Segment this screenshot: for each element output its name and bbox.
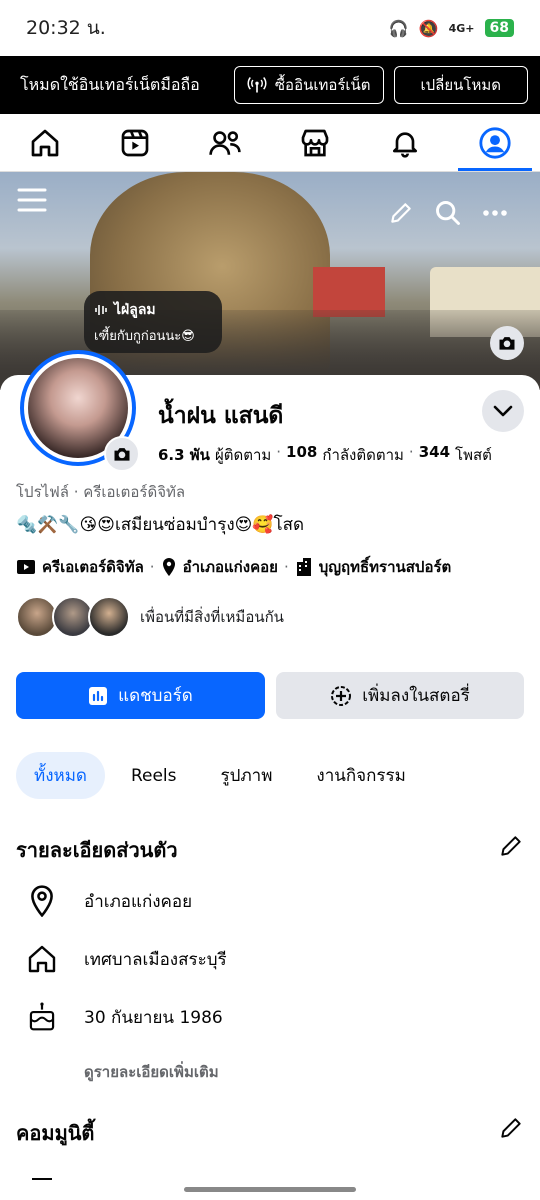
more-options-button[interactable]	[480, 198, 510, 228]
friends-icon	[209, 130, 241, 155]
info-location: อำเภอแก่งคอย	[182, 558, 278, 576]
switch-mode-button[interactable]: เปลี่ยนโหมด	[393, 66, 528, 104]
hamburger-menu-icon	[17, 188, 47, 212]
tab-home[interactable]	[0, 114, 90, 171]
menu-button[interactable]	[16, 184, 48, 216]
dashboard-button[interactable]: แดชบอร์ด	[16, 672, 265, 719]
note-title: ไฝ่ลูลม	[114, 302, 156, 318]
mute-icon: 🔕	[418, 18, 439, 38]
note-title-row: ไฝ่ลูลม	[94, 299, 212, 321]
status-time: 20:32 น.	[26, 17, 106, 39]
detail-location: อำเภอแก่งคอย	[24, 883, 192, 919]
search-button[interactable]	[433, 198, 463, 228]
bell-icon	[393, 131, 417, 158]
detail-location-text: อำเภอแก่งคอย	[84, 891, 193, 912]
posts-label: โพสต์	[455, 446, 492, 464]
profile-filter-tabs: ทั้งหมด Reels รูปภาพ งานกิจกรรม	[16, 752, 424, 799]
camera-icon	[499, 337, 515, 350]
profile-note-bubble[interactable]: ไฝ่ลูลม เฑี้ยกับกูก่อนนะ😎	[84, 291, 222, 353]
edit-details-button[interactable]	[498, 833, 524, 859]
top-tab-bar	[0, 114, 540, 172]
change-avatar-button[interactable]	[104, 436, 140, 472]
home-indicator[interactable]	[184, 1187, 356, 1192]
followers-count[interactable]: 6.3 พัน	[158, 443, 210, 467]
more-dots-icon	[483, 210, 507, 216]
edit-community-button[interactable]	[498, 1115, 524, 1141]
detail-hometown: เทศบาลเมืองสระบุรี	[24, 941, 227, 977]
info-separator: ·	[149, 558, 155, 576]
workplace-icon	[296, 558, 311, 576]
filter-photos[interactable]: รูปภาพ	[203, 752, 291, 799]
filter-events[interactable]: งานกิจกรรม	[298, 752, 423, 799]
community-icon-partial	[32, 1178, 52, 1180]
filter-reels[interactable]: Reels	[113, 752, 195, 799]
tab-reels[interactable]	[90, 114, 180, 171]
add-to-story-button[interactable]: เพิ่มลงในสตอรี่	[276, 672, 524, 719]
reels-icon	[121, 129, 149, 156]
tab-profile[interactable]	[450, 114, 540, 171]
dashboard-label: แดชบอร์ด	[118, 686, 193, 705]
edit-cover-button[interactable]	[386, 198, 416, 228]
community-title: คอมมูนิตี้	[16, 1121, 95, 1145]
pencil-icon	[501, 1118, 521, 1138]
battery-indicator: 68	[484, 19, 514, 37]
profile-category: โปรไฟล์ · ครีเอเตอร์ดิจิทัล	[16, 483, 186, 501]
see-more-details-link[interactable]: ดูรายละเอียดเพิ่มเติม	[84, 1060, 219, 1084]
profile-icon	[479, 126, 511, 159]
info-creator: ครีเอเตอร์ดิจิทัล	[42, 558, 144, 576]
chevron-down-icon	[493, 405, 513, 417]
info-separator: ·	[283, 558, 289, 576]
home-icon	[31, 129, 59, 156]
creator-icon	[17, 560, 35, 574]
camera-icon	[114, 448, 130, 461]
mutual-interest-friends[interactable]: เพื่อนที่มีสิ่งที่เหมือนกัน	[16, 596, 284, 638]
pencil-icon	[391, 203, 411, 223]
dashboard-chart-icon	[89, 686, 108, 705]
location-pin-icon	[24, 883, 60, 919]
pencil-icon	[501, 836, 521, 856]
broadcast-icon	[247, 77, 267, 93]
expand-profile-button[interactable]	[482, 390, 524, 432]
filter-all[interactable]: ทั้งหมด	[16, 752, 105, 799]
followers-label: ผู้ติดตาม	[214, 446, 272, 464]
change-cover-button[interactable]	[490, 326, 524, 360]
detail-birthday: 30 กันยายน 1986	[24, 999, 223, 1035]
detail-hometown-text: เทศบาลเมืองสระบุรี	[84, 949, 227, 970]
switch-mode-label: เปลี่ยนโหมด	[420, 77, 501, 94]
status-bar: 20:32 น. 🎧 🔕 4G+ 68	[0, 0, 540, 56]
friend-avatar	[88, 596, 130, 638]
network-label: 4G+	[448, 21, 475, 35]
profile-name: น้ำฝน แสนดี	[158, 403, 284, 429]
mutual-interest-label: เพื่อนที่มีสิ่งที่เหมือนกัน	[140, 608, 284, 626]
profile-info-row: ครีเอเตอร์ดิจิทัล · อำเภอแก่งคอย · บุญฤท…	[16, 555, 451, 579]
posts-count[interactable]: 344	[419, 443, 450, 467]
status-icons: 🎧 🔕 4G+ 68	[389, 19, 514, 38]
note-text: เฑี้ยกับกูก่อนนะ😎	[94, 329, 195, 344]
tab-marketplace[interactable]	[270, 114, 360, 171]
mobile-data-banner: โหมดใช้อินเทอร์เน็ตมือถือ ซื้ออินเทอร์เน…	[0, 56, 540, 114]
detail-birthday-text: 30 กันยายน 1986	[84, 1007, 223, 1028]
profile-bio: 🔩⚒️🔧😘😍เสมียนซ่อมบำรุง😍🥰โสด	[16, 515, 305, 535]
birthday-cake-icon	[24, 999, 60, 1035]
personal-details-title: รายละเอียดส่วนตัว	[16, 838, 178, 862]
stats-separator: ·	[276, 443, 282, 461]
search-icon	[436, 201, 460, 225]
following-label: กำลังติดตาม	[322, 446, 404, 464]
headphones-icon: 🎧	[388, 18, 409, 38]
mobile-data-text: โหมดใช้อินเทอร์เน็ตมือถือ	[20, 74, 200, 94]
buy-internet-button[interactable]: ซื้ออินเทอร์เน็ต	[233, 66, 384, 104]
marketplace-icon	[301, 129, 329, 156]
profile-stats: 6.3 พัน ผู้ติดตาม · 108 กำลังติดตาม · 344 โ…	[158, 443, 492, 467]
add-story-label: เพิ่มลงในสตอรี่	[362, 686, 470, 705]
audio-wave-icon	[95, 305, 107, 315]
stats-separator: ·	[408, 443, 414, 461]
tab-friends[interactable]	[180, 114, 270, 171]
location-pin-icon	[162, 558, 175, 576]
house-icon	[24, 941, 60, 977]
tab-notifications[interactable]	[360, 114, 450, 171]
following-count[interactable]: 108	[286, 443, 317, 467]
info-workplace: บุญฤทธิ์ทรานสปอร์ต	[318, 558, 452, 576]
add-story-icon	[331, 685, 352, 706]
buy-internet-label: ซื้ออินเทอร์เน็ต	[274, 77, 371, 94]
